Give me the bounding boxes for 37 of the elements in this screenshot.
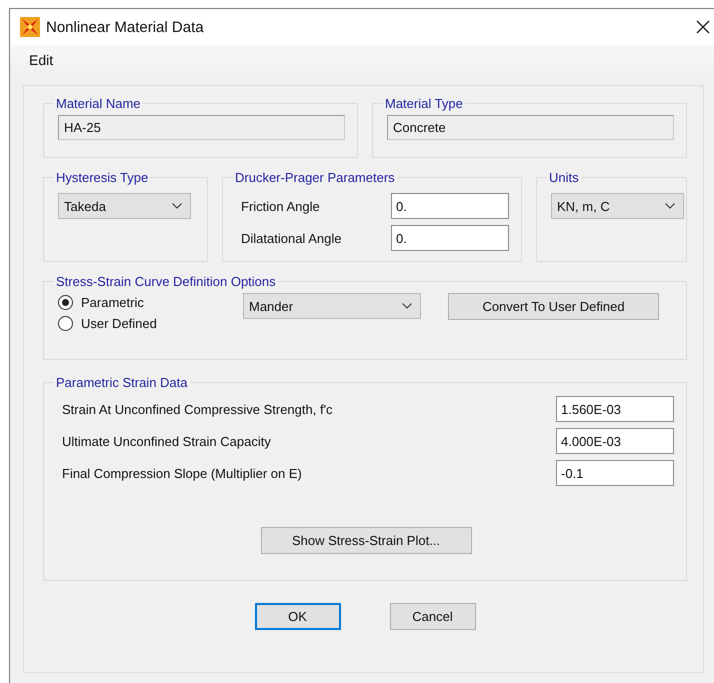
window-title: Nonlinear Material Data [46,18,205,36]
hysteresis-dropdown[interactable]: Takeda [58,193,191,219]
field-label: Strain At Unconfined Compressive Strength, f'c [62,402,333,416]
material-name-field[interactable]: HA-25 [58,115,345,140]
app-logo-icon [20,17,40,37]
angle-input[interactable]: 0. [391,193,509,219]
group-title: Material Name [55,96,142,111]
field-label: Final Compression Slope (Multiplier on E) [62,466,302,480]
group-title: Units [548,170,580,185]
group-title: Drucker-Prager Parameters [234,170,396,185]
curve-type-dropdown[interactable]: Mander [243,293,421,319]
group-title: Material Type [384,96,464,111]
field-label: Dilatational Angle [241,230,342,246]
strain-input[interactable]: 4.000E-03 [556,428,674,454]
angle-input[interactable]: 0. [391,225,509,251]
menu-item[interactable]: Edit [29,52,54,68]
dialog-button[interactable]: Cancel [390,603,476,630]
material-type-field[interactable]: Concrete [387,115,674,140]
show-plot-button[interactable]: Show Stress-Strain Plot... [260,527,472,554]
close-icon[interactable] [696,20,710,34]
convert-button[interactable]: Convert To User Defined [448,293,659,320]
strain-input[interactable]: -0.1 [556,460,674,486]
units-dropdown[interactable]: KN, m, C [551,193,684,219]
group-title: Hysteresis Type [55,170,150,185]
radio-option[interactable]: Parametric [58,295,243,310]
chevron-down-icon [402,303,412,309]
chevron-down-icon [172,203,182,209]
group-title: Stress-Strain Curve Definition Options [55,274,277,289]
dialog-button[interactable]: OK [254,603,340,630]
field-label: Ultimate Unconfined Strain Capacity [62,434,271,448]
group-title: Parametric Strain Data [55,375,188,390]
radio-button[interactable] [58,295,73,310]
field-label: Friction Angle [241,198,320,214]
radio-button[interactable] [58,316,73,331]
strain-input[interactable]: 1.560E-03 [556,396,674,422]
radio-option[interactable]: User Defined [58,316,243,331]
chevron-down-icon [665,203,675,209]
